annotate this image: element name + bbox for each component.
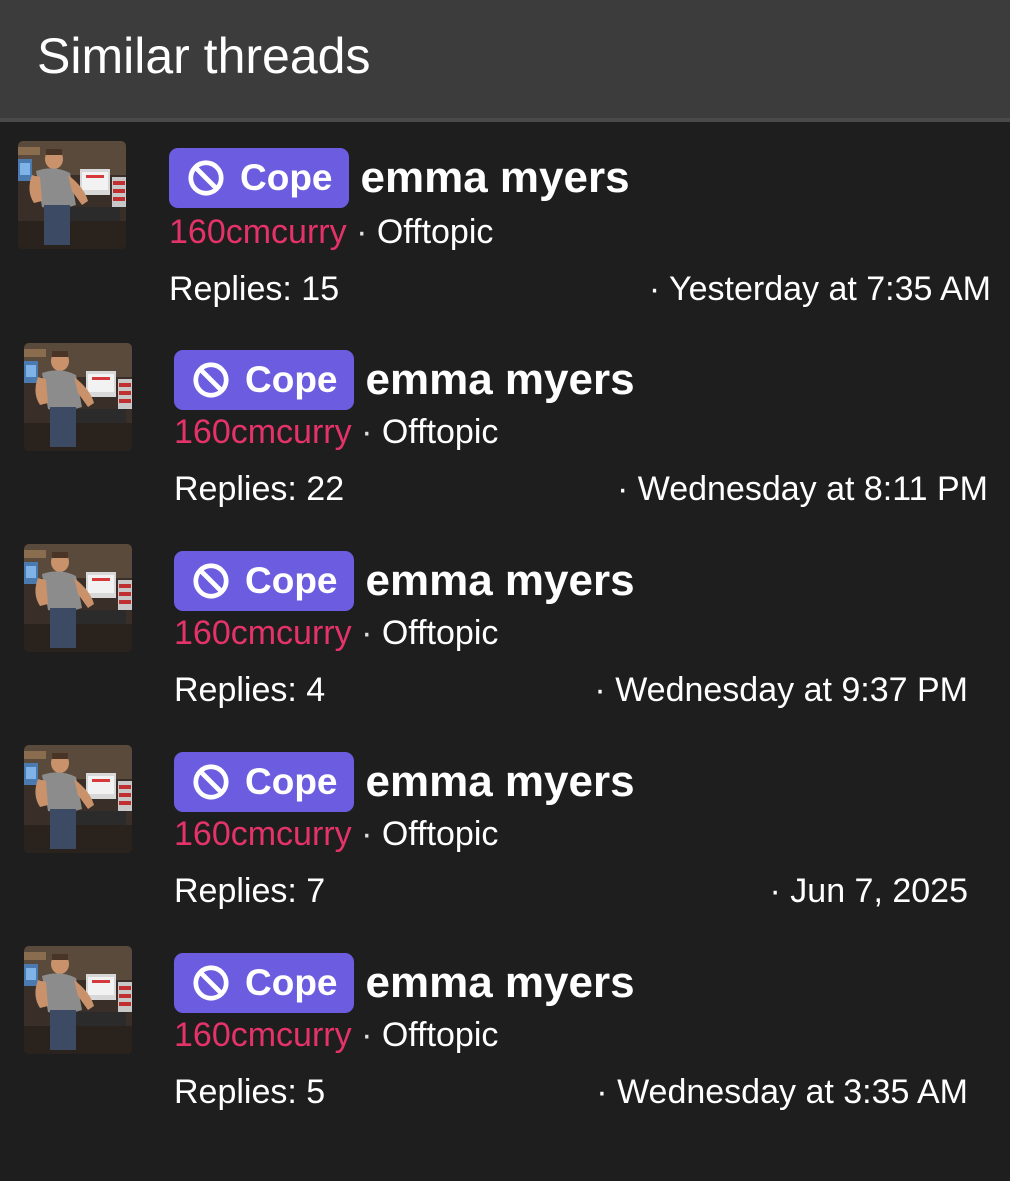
thread-date[interactable]: · Jun 7, 2025	[770, 872, 968, 911]
prefix-label: Cope	[245, 962, 338, 1003]
thread-title-link[interactable]: emma myers	[366, 355, 635, 405]
similar-threads-panel: Similar threads Cope emma myers 160cmcur…	[0, 0, 1010, 1181]
author-link[interactable]: 160cmcurry	[174, 614, 352, 652]
avatar-image	[24, 544, 132, 652]
panel-title: Similar threads	[37, 28, 371, 84]
forum-link[interactable]: Offtopic	[382, 1016, 499, 1054]
thread-date[interactable]: · Wednesday at 9:37 PM	[594, 671, 968, 710]
thread-title-row: Cope emma myers	[174, 751, 635, 813]
reply-count: Replies: 22	[174, 470, 345, 508]
prefix-label: Cope	[240, 157, 333, 198]
thread-title-link[interactable]: emma myers	[366, 556, 635, 606]
panel-header: Similar threads	[0, 0, 1010, 122]
avatar-image	[24, 946, 132, 1054]
forum-link[interactable]: Offtopic	[382, 614, 499, 652]
meta-separator: ·	[361, 413, 373, 451]
avatar[interactable]	[24, 946, 132, 1054]
meta-separator: ·	[361, 614, 373, 652]
reply-count: Replies: 4	[174, 671, 326, 709]
reply-count: Replies: 15	[169, 270, 340, 308]
thread-prefix[interactable]: Cope	[174, 350, 354, 410]
thread-meta: 160cmcurry · Offtopic	[174, 413, 498, 452]
prefix-label: Cope	[245, 359, 338, 400]
thread-date[interactable]: · Wednesday at 8:11 PM	[617, 470, 988, 509]
forum-link[interactable]: Offtopic	[382, 815, 499, 853]
prefix-label: Cope	[245, 761, 338, 802]
thread-meta: 160cmcurry · Offtopic	[174, 815, 498, 854]
avatar-image	[24, 343, 132, 451]
reply-count: Replies: 5	[174, 1073, 326, 1111]
thread-meta: 160cmcurry · Offtopic	[174, 614, 498, 653]
thread-item[interactable]: Cope emma myers 160cmcurry · Offtopic Re…	[0, 536, 1010, 737]
meta-separator: ·	[356, 213, 368, 251]
prefix-label: Cope	[245, 560, 338, 601]
meta-separator: ·	[361, 1016, 373, 1054]
ban-icon	[193, 764, 229, 800]
avatar[interactable]	[24, 544, 132, 652]
thread-title-link[interactable]: emma myers	[366, 958, 635, 1008]
avatar-image	[24, 745, 132, 853]
ban-icon	[188, 160, 224, 196]
thread-title-link[interactable]: emma myers	[361, 153, 630, 203]
thread-meta: 160cmcurry · Offtopic	[174, 1016, 498, 1055]
author-link[interactable]: 160cmcurry	[169, 213, 347, 251]
thread-title-row: Cope emma myers	[174, 349, 635, 411]
avatar[interactable]	[18, 141, 126, 249]
thread-date[interactable]: · Wednesday at 3:35 AM	[596, 1073, 968, 1112]
avatar[interactable]	[24, 745, 132, 853]
thread-item[interactable]: Cope emma myers 160cmcurry · Offtopic Re…	[0, 938, 1010, 1139]
thread-title-row: Cope emma myers	[174, 550, 635, 612]
thread-title-row: Cope emma myers	[169, 147, 630, 209]
reply-count: Replies: 7	[174, 872, 326, 910]
thread-prefix[interactable]: Cope	[174, 551, 354, 611]
thread-title-row: Cope emma myers	[174, 952, 635, 1014]
thread-prefix[interactable]: Cope	[174, 752, 354, 812]
thread-item[interactable]: Cope emma myers 160cmcurry · Offtopic Re…	[0, 133, 1010, 334]
avatar-image	[18, 141, 126, 249]
thread-prefix[interactable]: Cope	[174, 953, 354, 1013]
avatar[interactable]	[24, 343, 132, 451]
meta-separator: ·	[361, 815, 373, 853]
forum-link[interactable]: Offtopic	[377, 213, 494, 251]
ban-icon	[193, 965, 229, 1001]
thread-meta: 160cmcurry · Offtopic	[169, 213, 493, 252]
forum-link[interactable]: Offtopic	[382, 413, 499, 451]
author-link[interactable]: 160cmcurry	[174, 815, 352, 853]
thread-date[interactable]: · Yesterday at 7:35 AM	[649, 270, 991, 309]
thread-item[interactable]: Cope emma myers 160cmcurry · Offtopic Re…	[0, 737, 1010, 938]
thread-prefix[interactable]: Cope	[169, 148, 349, 208]
author-link[interactable]: 160cmcurry	[174, 1016, 352, 1054]
thread-title-link[interactable]: emma myers	[366, 757, 635, 807]
ban-icon	[193, 362, 229, 398]
author-link[interactable]: 160cmcurry	[174, 413, 352, 451]
thread-item[interactable]: Cope emma myers 160cmcurry · Offtopic Re…	[0, 335, 1010, 536]
ban-icon	[193, 563, 229, 599]
